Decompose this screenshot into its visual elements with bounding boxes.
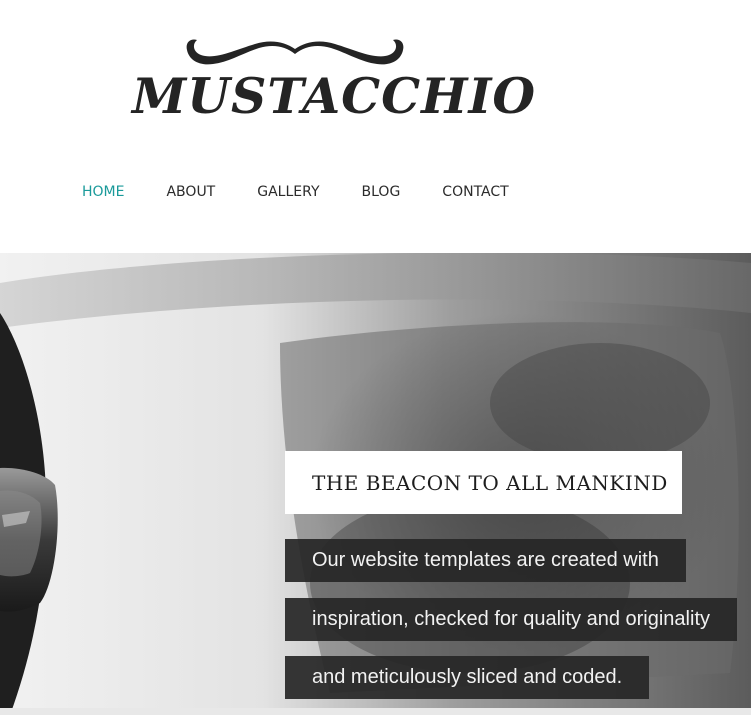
hero-headline-box: THE BEACON TO ALL MANKIND (285, 451, 682, 514)
hero-headline: THE BEACON TO ALL MANKIND (312, 470, 668, 495)
site-header: MUSTACCHIO HOME ABOUT GALLERY BLOG CONTA… (0, 0, 751, 253)
nav-item-gallery[interactable]: GALLERY (257, 184, 319, 200)
hero-caption-line-3: and meticulously sliced and coded. (285, 656, 649, 699)
nav-item-contact[interactable]: CONTACT (442, 184, 508, 200)
hero-banner: THE BEACON TO ALL MANKIND Our website te… (0, 253, 751, 715)
site-logo[interactable]: MUSTACCHIO (130, 36, 535, 132)
logo-wordmark: MUSTACCHIO (132, 67, 537, 125)
nav-item-about[interactable]: ABOUT (166, 184, 215, 200)
hero-caption-line-1: Our website templates are created with (285, 539, 686, 582)
main-nav: HOME ABOUT GALLERY BLOG CONTACT (82, 184, 551, 200)
nav-item-blog[interactable]: BLOG (362, 184, 401, 200)
nav-item-home[interactable]: HOME (82, 184, 124, 200)
hero-caption-line-2: inspiration, checked for quality and ori… (285, 598, 737, 641)
